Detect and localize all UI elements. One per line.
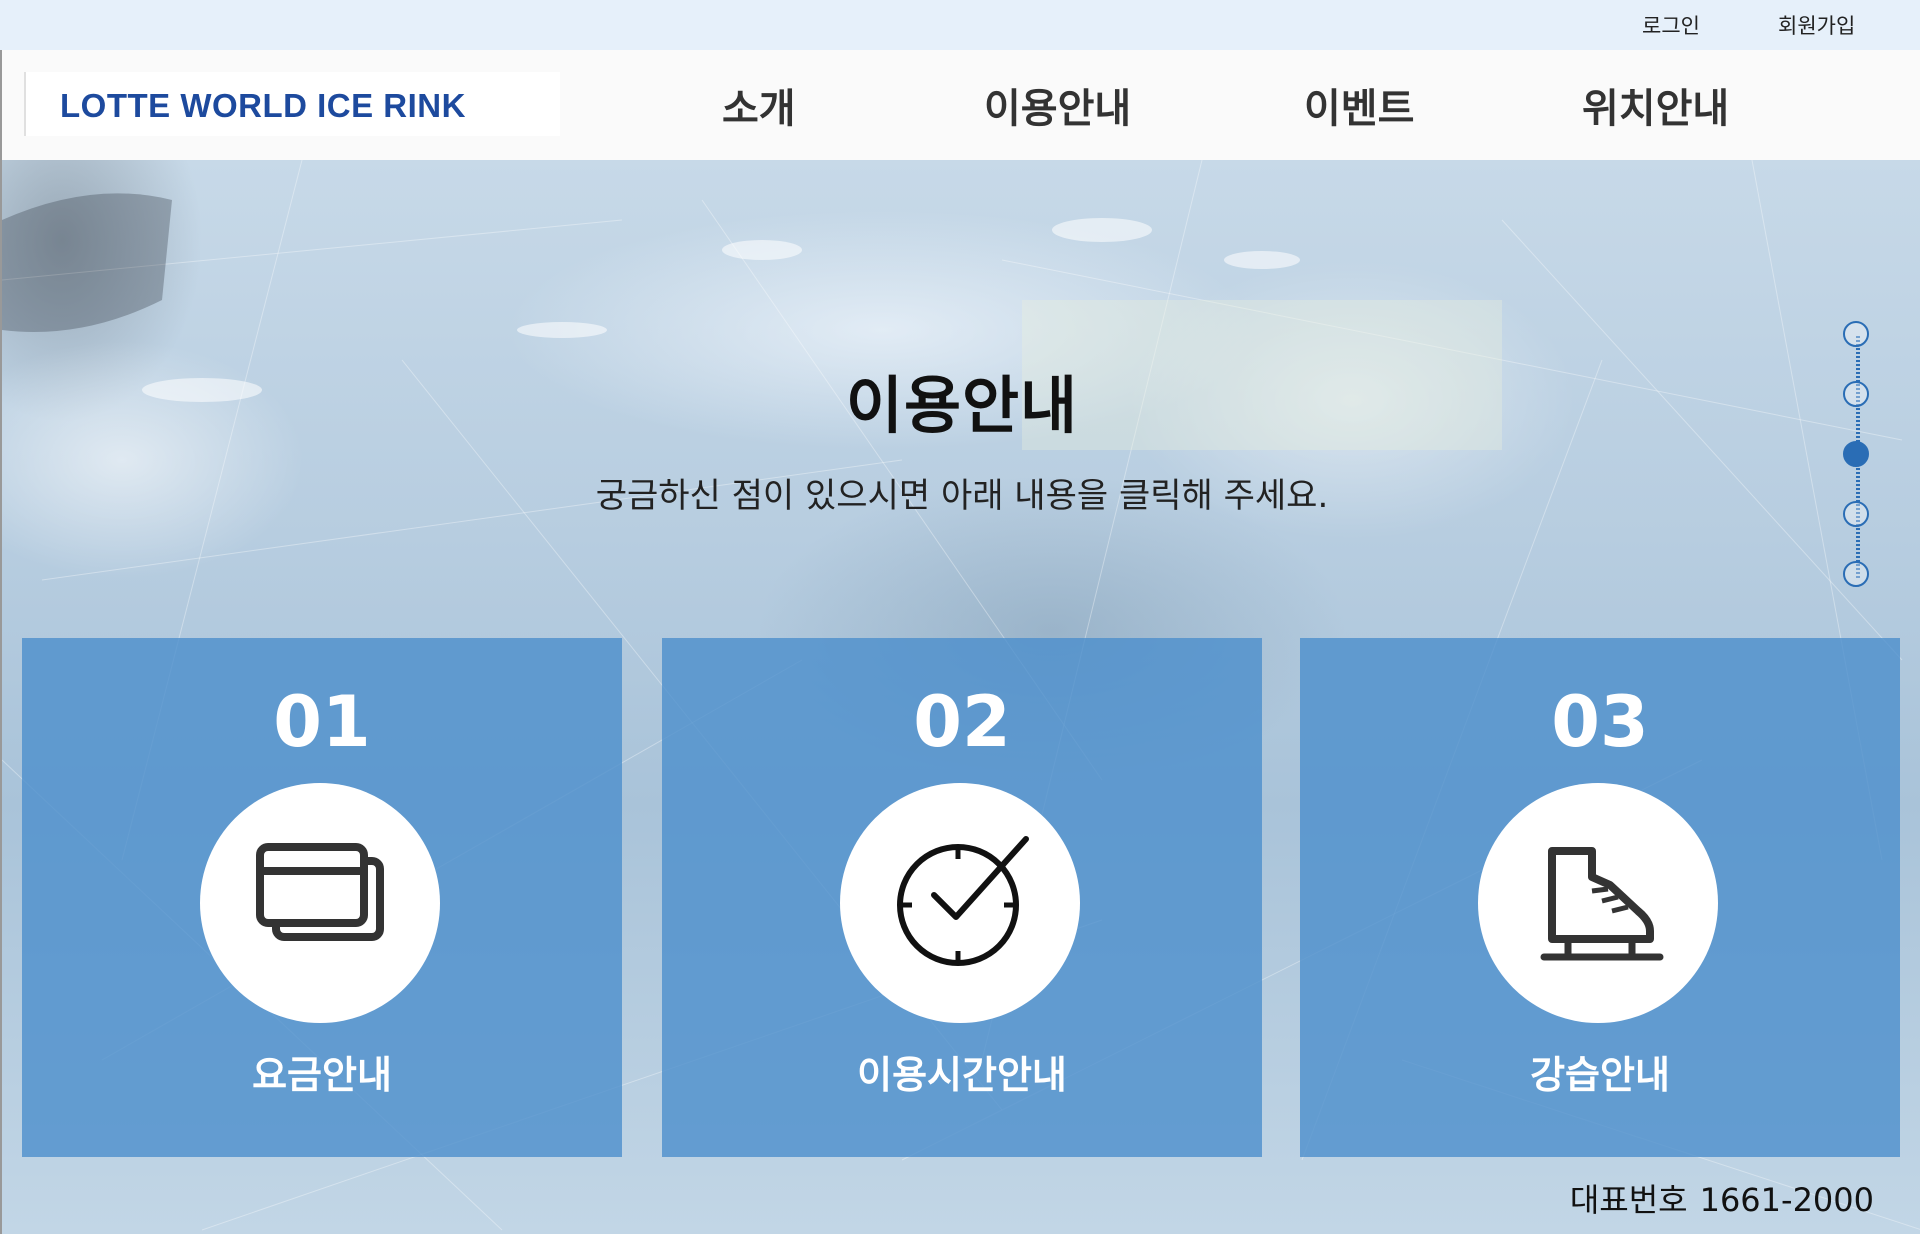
phone-number: 1661-2000 (1699, 1181, 1874, 1219)
representative-phone: 대표번호 1661-2000 (1570, 1175, 1874, 1221)
login-link[interactable]: 로그인 (1642, 10, 1700, 40)
card-number: 01 (273, 681, 371, 763)
hero-subtitle: 궁금하신 점이 있으시면 아래 내용을 클릭해 주세요. (595, 476, 1329, 516)
pager-dot-3-active[interactable] (1843, 441, 1869, 467)
site-logo-text: LOTTE WORLD ICE RINK (60, 87, 466, 124)
card-lesson-guide[interactable]: 03 강습안내 (1300, 638, 1900, 1157)
card-icon-circle (1478, 783, 1718, 1023)
card-hours-guide[interactable]: 02 이용시간안내 (662, 638, 1262, 1157)
card-icon (256, 843, 384, 941)
nav-item-intro[interactable]: 소개 (722, 76, 796, 134)
nav-item-guide[interactable]: 이용안내 (984, 76, 1131, 134)
pager-dot-1[interactable] (1843, 321, 1869, 347)
card-icon-circle (840, 783, 1080, 1023)
nav-item-location[interactable]: 위치안내 (1582, 76, 1729, 134)
clock-check-icon (897, 836, 1029, 966)
site-logo[interactable]: LOTTE WORLD ICE RINK (24, 72, 560, 136)
card-number: 03 (1551, 681, 1649, 763)
skate-icon (1540, 847, 1664, 961)
card-icon-circle (200, 783, 440, 1023)
card-fee-guide[interactable]: 01 요금안내 (22, 638, 622, 1157)
nav-item-event[interactable]: 이벤트 (1304, 76, 1414, 134)
pager-dot-5[interactable] (1843, 561, 1869, 587)
signup-link[interactable]: 회원가입 (1778, 10, 1855, 40)
pager-dot-4[interactable] (1843, 501, 1869, 527)
main-header: LOTTE WORLD ICE RINK 소개 이용안내 이벤트 위치안내 (0, 50, 1920, 160)
card-label: 이용시간안내 (857, 1053, 1067, 1097)
card-label: 요금안내 (252, 1053, 392, 1097)
hero-title: 이용안내 (845, 369, 1079, 442)
phone-label: 대표번호 (1569, 1181, 1688, 1219)
card-number: 02 (913, 681, 1011, 763)
top-utility-bar: 로그인 회원가입 (0, 0, 1920, 50)
page: 로그인 회원가입 LOTTE WORLD ICE RINK 소개 이용안내 이벤… (0, 0, 1920, 1234)
pager-dot-2[interactable] (1843, 381, 1869, 407)
card-label: 강습안내 (1530, 1053, 1670, 1097)
